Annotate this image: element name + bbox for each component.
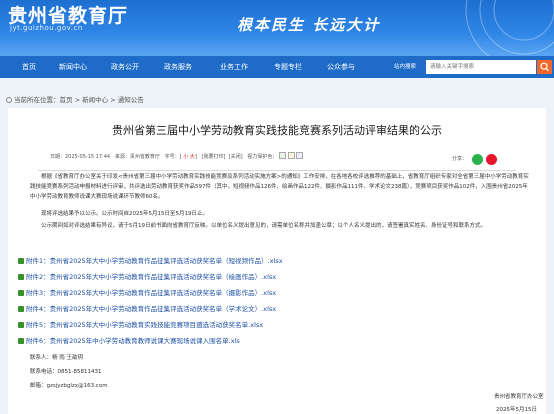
contact-phone: 联系电话：0851-85811431 <box>30 369 102 375</box>
breadcrumb-home[interactable]: 首页 <box>60 96 73 104</box>
attachment-link-6[interactable]: 附件6：贵州省2025年中小学劳动教育教师说课大赛现场说课入围名单.xls <box>18 335 240 345</box>
excel-file-icon <box>18 338 24 344</box>
font-size-close: ] <box>194 154 197 160</box>
nav-item-gov-service[interactable]: 政务服务 <box>164 56 192 78</box>
site-slogan: 根本民生 长远大计 <box>237 16 381 34</box>
search-icon <box>540 62 549 72</box>
nav-item-public[interactable]: 公众参与 <box>327 56 355 78</box>
contact-email: 邮箱：gzsjyzbglzx@163.com <box>30 383 108 389</box>
excel-file-icon <box>18 290 24 296</box>
site-header: 贵州省教育厅 jyt.guizhou.gov.cn 根本民生 长远大计 <box>0 0 554 56</box>
attachment-link-4[interactable]: 附件4：贵州省2025年大中小学劳动教育作品征集评选活动获奖名单（学术论文）.x… <box>18 303 276 313</box>
close-button[interactable]: [关闭] <box>229 154 243 160</box>
eye-care-swatch-blue[interactable] <box>296 152 304 159</box>
search-input[interactable] <box>426 60 536 74</box>
article-date: 日期：2025-05-15 17:44 <box>50 154 111 160</box>
weibo-share-icon[interactable] <box>486 154 497 165</box>
header-decoration <box>465 0 554 56</box>
excel-file-icon <box>18 306 24 312</box>
search-button[interactable] <box>537 60 552 74</box>
meta-divider <box>38 170 516 171</box>
share-label: 分享： <box>452 156 468 162</box>
excel-file-icon <box>18 322 24 328</box>
font-size-label: 字号：[ <box>164 154 182 160</box>
eye-care-swatch-green[interactable] <box>278 152 286 159</box>
nav-item-home[interactable]: 首页 <box>22 56 36 78</box>
attachment-link-3[interactable]: 附件3：贵州省2025年大中小学劳动教育作品征集评选活动获奖名单（摄影作品）.x… <box>18 287 276 297</box>
nav-item-gov-open[interactable]: 政务公开 <box>111 56 139 78</box>
excel-file-icon <box>18 258 24 264</box>
article-paragraph-1: 根据《省教育厅办公室关于印发<贵州省第三届中小学劳动教育实践技能竞赛及系列活动实… <box>30 174 529 200</box>
contact-person: 联系人：杨 雨 王歆玥 <box>30 355 83 361</box>
signature-org: 贵州省教育厅办公室 <box>494 394 544 400</box>
attachment-link-2[interactable]: 附件2：贵州省2025年大中小学劳动教育作品征集评选活动获奖名单（绘画作品）.x… <box>18 271 276 281</box>
site-domain: jyt.guizhou.gov.cn <box>10 24 83 32</box>
article-source: 来源：贵州省教育厅 <box>114 154 160 160</box>
article-meta: 日期：2025-05-15 17:44 来源：贵州省教育厅 字号：[ 小 大] … <box>50 152 304 160</box>
attachment-link-5[interactable]: 附件5：贵州省2025年大中小学劳动教育实践技能竞赛项目遴选活动获奖名单.xls… <box>18 319 263 329</box>
eye-care-swatch-yellow[interactable] <box>287 152 295 159</box>
article-title: 贵州省第三届中小学劳动教育实践技能竞赛系列活动评审结果的公示 <box>112 124 442 137</box>
article-panel: 贵州省第三届中小学劳动教育实践技能竞赛系列活动评审结果的公示 日期：2025-0… <box>8 108 546 414</box>
breadcrumb-notice[interactable]: 通知公告 <box>118 96 144 104</box>
print-button[interactable]: [我要打印] <box>202 154 226 160</box>
breadcrumb-separator: > <box>74 96 81 104</box>
breadcrumb: 当前所在位置：首页 > 新闻中心 > 通知公告 <box>6 94 144 104</box>
breadcrumb-separator: > <box>110 96 116 104</box>
breadcrumb-prefix: 当前所在位置： <box>14 96 60 104</box>
nav-item-business[interactable]: 业务工作 <box>220 56 248 78</box>
search-label: 站内搜索 <box>394 64 417 70</box>
main-nav: 首页 新闻中心 政务公开 政务服务 业务工作 专题专栏 公众参与 站内搜索 <box>0 56 554 78</box>
signature-date: 2025年5月15日 <box>496 407 537 413</box>
excel-file-icon <box>18 274 24 280</box>
location-pin-icon <box>6 97 12 103</box>
breadcrumb-news[interactable]: 新闻中心 <box>82 96 108 104</box>
eye-care-label: 视力保护色： <box>247 154 278 160</box>
article-paragraph-3: 公示期间如对评选结果有异议，请于5月19日前书面向省教育厅反映。以单位名义提出意… <box>41 223 487 229</box>
attachment-link-1[interactable]: 附件1：贵州省2025年大中小学劳动教育作品征集评选活动获奖名单（短视频作品）.… <box>18 255 283 265</box>
nav-item-special[interactable]: 专题专栏 <box>274 56 302 78</box>
font-small-button[interactable]: 小 <box>183 154 188 160</box>
article-paragraph-2: 现将评选结果予以公示。公示时间自2025年5月15日至5月19日止。 <box>41 211 208 217</box>
nav-item-news[interactable]: 新闻中心 <box>59 56 87 78</box>
wechat-share-icon[interactable] <box>472 154 483 165</box>
